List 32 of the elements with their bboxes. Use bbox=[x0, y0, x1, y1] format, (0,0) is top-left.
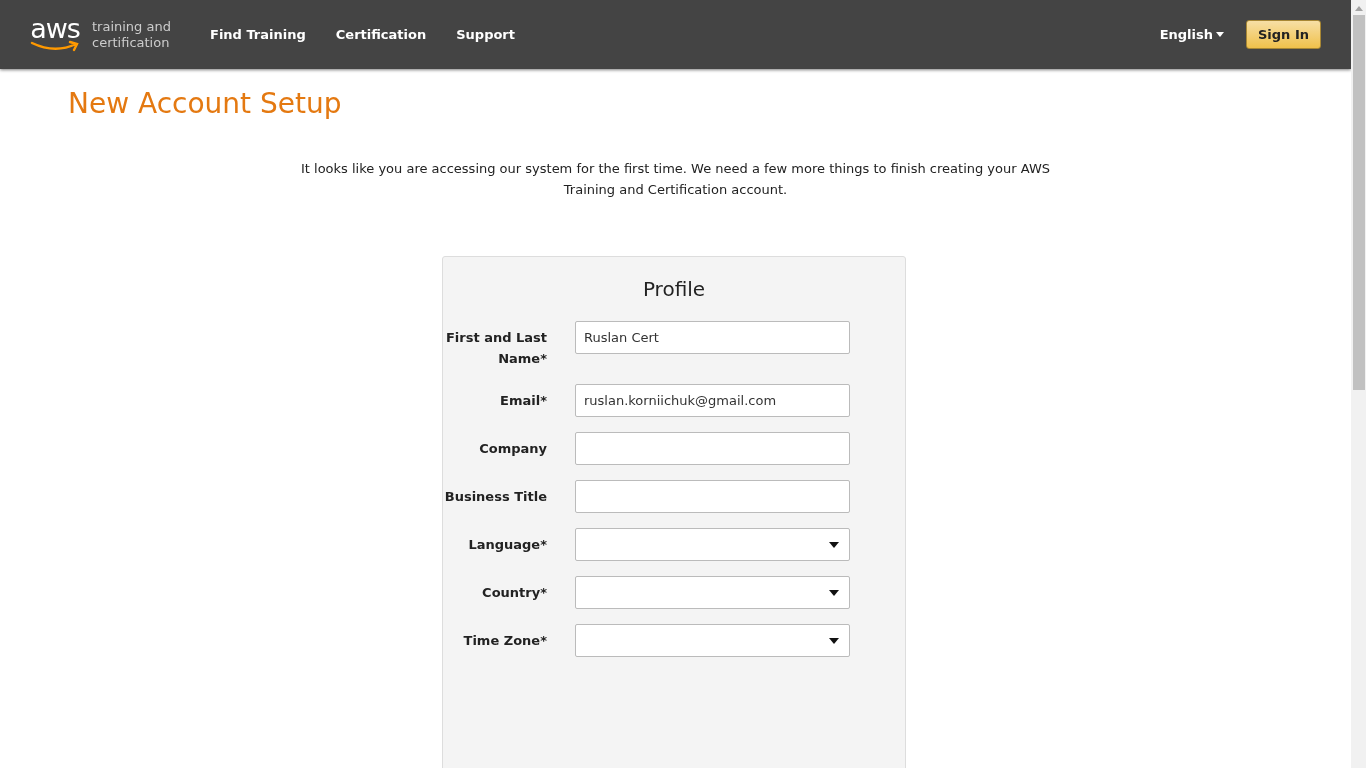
dropdown-field[interactable] bbox=[575, 576, 850, 609]
input-field[interactable] bbox=[575, 432, 850, 465]
dropdown-arrow-icon bbox=[829, 589, 839, 596]
page-title: New Account Setup bbox=[68, 87, 343, 120]
intro-text: It looks like you are accessing our system for the first time. We need a few more things to finish creating your AWS Training and Certification account. bbox=[299, 160, 1052, 199]
field-label: Business Title bbox=[443, 488, 547, 506]
scroll-up-icon[interactable] bbox=[1354, 6, 1363, 11]
field-label: Country* bbox=[481, 584, 547, 602]
sign-in-button[interactable]: Sign In bbox=[1246, 20, 1321, 49]
nav-link[interactable]: Certification bbox=[335, 27, 427, 42]
field-label: First and Last Name* bbox=[444, 329, 547, 368]
scrollbar[interactable] bbox=[1351, 0, 1366, 768]
scrollbar-thumb[interactable] bbox=[1352, 15, 1365, 390]
input-field[interactable]: Ruslan Cert bbox=[575, 321, 850, 354]
logo-tagline: training and certification bbox=[92, 18, 172, 51]
dropdown-arrow-icon bbox=[829, 541, 839, 548]
caret-icon bbox=[1216, 32, 1224, 37]
input-field[interactable] bbox=[575, 480, 850, 513]
nav-link[interactable]: Support bbox=[456, 27, 515, 42]
input-field[interactable]: ruslan.korniichuk@gmail.com bbox=[575, 384, 850, 417]
nav-link[interactable]: Find Training bbox=[210, 27, 306, 42]
card-title: Profile bbox=[641, 277, 707, 301]
dropdown-field[interactable] bbox=[575, 528, 850, 561]
field-label: Company bbox=[478, 440, 547, 458]
field-label: Time Zone* bbox=[462, 632, 547, 650]
field-label: Email* bbox=[499, 392, 547, 410]
smile-arrow-icon bbox=[30, 39, 80, 52]
field-label: Language* bbox=[467, 536, 547, 554]
aws-logo[interactable]: aws bbox=[30, 17, 80, 52]
language-dropdown[interactable]: English bbox=[1159, 27, 1224, 42]
dropdown-field[interactable] bbox=[575, 624, 850, 657]
dropdown-arrow-icon bbox=[829, 637, 839, 644]
